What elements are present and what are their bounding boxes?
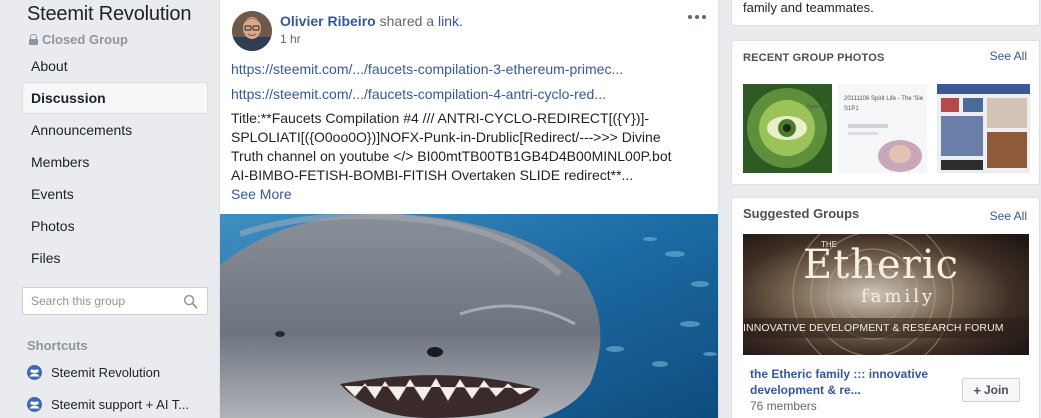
post-header-line: Olivier Ribeiro shared a link.: [280, 13, 463, 29]
shortcuts-heading: Shortcuts: [27, 338, 88, 353]
privacy-label: Closed Group: [29, 32, 128, 47]
banner-subtitle: family: [861, 286, 936, 307]
photo-thumb-screenshot[interactable]: [937, 84, 1030, 173]
post-body-line: Title:**Faucets Compilation #4 /// ANTRI…: [231, 110, 650, 126]
shared-url-1[interactable]: https://steemit.com/.../faucets-compilat…: [231, 61, 623, 77]
nav-item-members[interactable]: Members: [22, 146, 208, 178]
nav-item-announcements[interactable]: Announcements: [22, 114, 208, 146]
plus-icon: +: [973, 382, 981, 398]
post-timestamp[interactable]: 1 hr: [280, 32, 301, 46]
group-nav: About Discussion Announcements Members E…: [22, 50, 208, 274]
see-more-link[interactable]: See More: [231, 186, 292, 202]
group-icon: [27, 365, 42, 380]
author-name[interactable]: Olivier Ribeiro: [280, 13, 376, 29]
post-body-line: Truth channel on youtube </> BI00mtTB00T…: [231, 148, 672, 164]
thumb-caption-box: Nature Er: [807, 104, 837, 124]
group-search-input[interactable]: [23, 288, 173, 314]
group-icon: [27, 397, 42, 412]
join-group-button[interactable]: + Join: [962, 378, 1020, 402]
group-description-card: family and teammates.: [731, 0, 1040, 26]
thumb-caption: 20111106 Spirit Life - The 'Sie: [844, 96, 924, 102]
more-options-icon[interactable]: [688, 10, 708, 24]
group-description-text: family and teammates.: [743, 0, 874, 15]
privacy-text: Closed Group: [42, 32, 128, 47]
shortcut-steemit-revolution[interactable]: Steemit Revolution: [27, 365, 160, 380]
shortcut-steemit-support[interactable]: Steemit support + AI T...: [27, 397, 189, 412]
photos-see-all-link[interactable]: See All: [990, 49, 1027, 63]
photo-thumb-eye[interactable]: [743, 84, 832, 173]
action-link[interactable]: link.: [438, 13, 463, 29]
suggested-group-banner[interactable]: THE Etheric family INNOVATIVE DEVELOPMEN…: [743, 234, 1029, 355]
photo-thumb-document[interactable]: 20111106 Spirit Life - The 'Sie S1P1: [838, 84, 927, 173]
post-body-line: SPLOLIATI[({O0oo0O})]NOFX-Punk-in-Drubli…: [231, 129, 661, 145]
nav-item-discussion[interactable]: Discussion: [22, 82, 208, 114]
nav-item-photos[interactable]: Photos: [22, 210, 208, 242]
search-icon[interactable]: [183, 294, 198, 309]
suggested-groups-heading: Suggested Groups: [743, 206, 860, 221]
banner-title: Etheric: [803, 242, 960, 288]
shortcut-label: Steemit support + AI T...: [51, 397, 190, 412]
left-sidebar: Steemit Revolution Closed Group About Di…: [0, 0, 218, 418]
feed-post: Olivier Ribeiro shared a link. 1 hr http…: [219, 0, 719, 418]
banner-forum-text: INNOVATIVE DEVELOPMENT & RESEARCH FORUM: [743, 322, 1004, 334]
join-label: Join: [983, 383, 1009, 397]
lock-icon: [29, 34, 38, 45]
post-body: Title:**Faucets Compilation #4 /// ANTRI…: [231, 109, 701, 185]
recent-photos-heading: RECENT GROUP PHOTOS: [743, 52, 885, 64]
group-search-box: [22, 287, 208, 315]
thumb-caption: S1P1: [844, 106, 859, 112]
group-title[interactable]: Steemit Revolution: [27, 3, 191, 26]
shortcut-label: Steemit Revolution: [51, 365, 161, 380]
suggested-see-all-link[interactable]: See All: [990, 209, 1027, 223]
author-avatar[interactable]: [232, 11, 272, 51]
action-prefix: shared a: [379, 13, 435, 29]
thumb-caption: Nature Er: [807, 104, 829, 110]
nav-item-events[interactable]: Events: [22, 178, 208, 210]
post-image-shark[interactable]: [220, 214, 718, 418]
post-body-line: AI-BIMBO-FETISH-BOMBI-FITISH Overtaken S…: [231, 167, 634, 183]
suggested-group-name[interactable]: the Etheric family ::: innovative develo…: [750, 366, 950, 398]
recent-photos-card: RECENT GROUP PHOTOS See All 20111106 Spi…: [731, 40, 1040, 185]
nav-item-about[interactable]: About: [22, 50, 208, 82]
suggested-group-members: 76 members: [750, 399, 817, 413]
nav-item-files[interactable]: Files: [22, 242, 208, 274]
shared-url-2[interactable]: https://steemit.com/.../faucets-compilat…: [231, 86, 606, 102]
